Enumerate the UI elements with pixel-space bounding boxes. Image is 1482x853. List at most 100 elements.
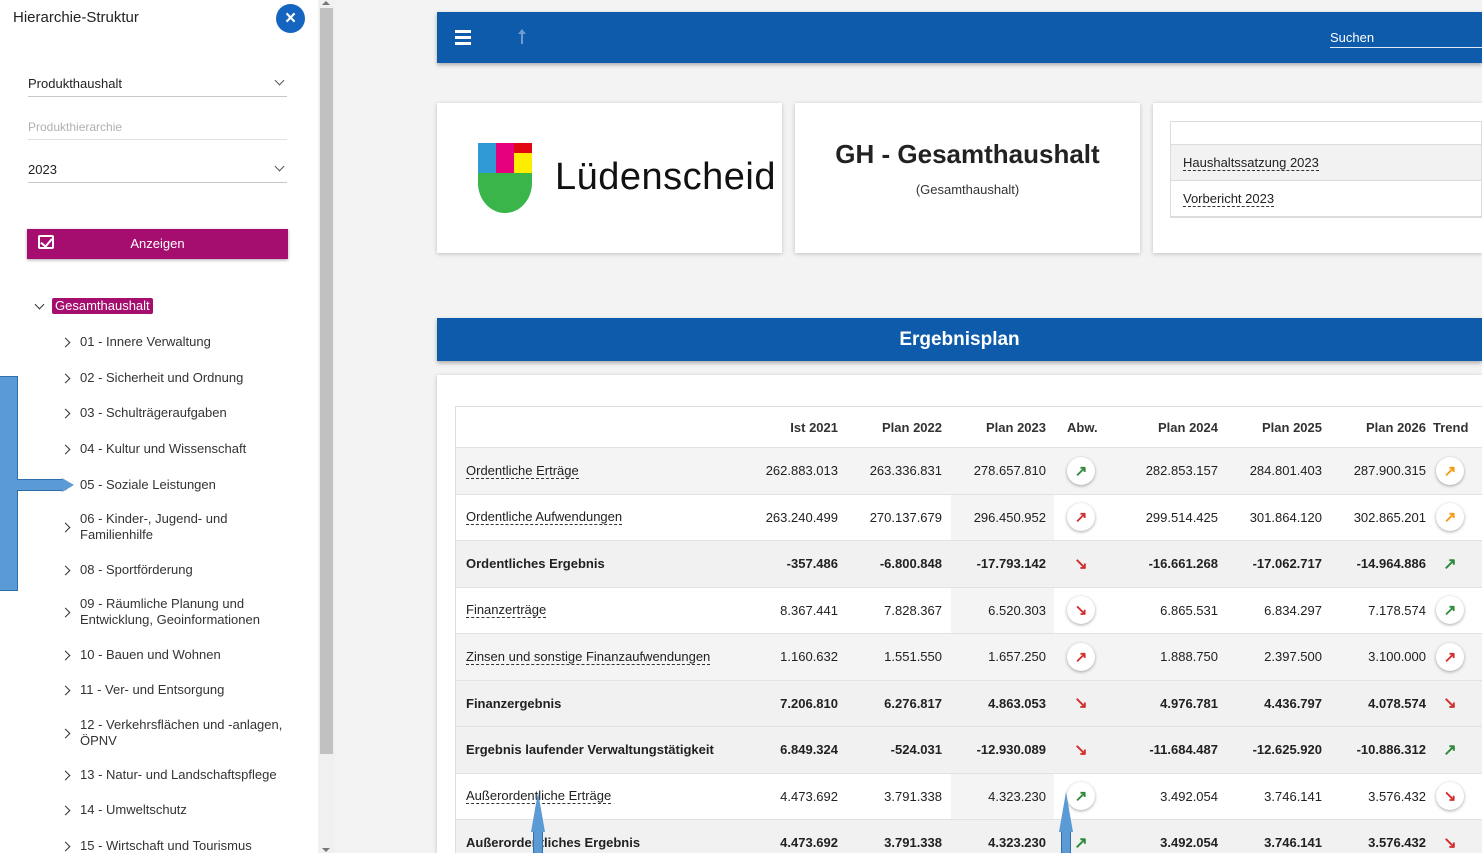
value-cell: 3.100.000 — [1368, 649, 1426, 665]
chevron-right-icon — [60, 607, 71, 617]
results-table-card: Ist 2021 Plan 2022 Plan 2023 Abw. Plan 2… — [437, 375, 1482, 853]
col-header: Plan 2026 — [1366, 419, 1426, 435]
value-cell: -12.930.089 — [976, 742, 1046, 758]
table-row: Zinsen und sonstige Finanzaufwendungen 1.… — [456, 634, 1482, 681]
row-label[interactable]: Ordentliche Aufwendungen — [466, 495, 623, 541]
tree-item-14[interactable]: 14 - Umweltschutz — [60, 802, 302, 818]
tree-item-label: 10 - Bauen und Wohnen — [80, 647, 221, 662]
page-subtitle: (Gesamthaushalt) — [915, 182, 1020, 197]
search-input[interactable]: Suchen — [1330, 28, 1482, 48]
value-cell: 4.473.692 — [780, 835, 838, 851]
chevron-right-icon — [60, 373, 71, 383]
sidebar: Hierarchie-Struktur × Produkthaushalt Pr… — [0, 0, 318, 853]
table-row: Ergebnis laufender Verwaltungstätigkeit 6… — [456, 727, 1482, 774]
menu-icon[interactable] — [455, 30, 471, 45]
city-name-logo: Lüdenscheid — [555, 156, 777, 198]
budget-type-select[interactable]: Produkthaushalt — [28, 73, 287, 97]
tree-item-13[interactable]: 13 - Natur- und Landschaftspflege — [60, 767, 302, 783]
tree-item-label: 04 - Kultur und Wissenschaft — [80, 441, 247, 456]
tree-item-12[interactable]: 12 - Verkehrsflächen und -anlagen, ÖPNV — [60, 717, 302, 749]
value-cell: 6.520.303 — [988, 602, 1046, 618]
trend-up-icon[interactable]: ↗ — [1067, 503, 1095, 532]
trend-cell: ↗ — [1434, 495, 1466, 541]
link-haushaltssatzung[interactable]: Haushaltssatzung 2023 — [1171, 145, 1481, 181]
row-label-text: Finanzergebnis — [466, 695, 562, 711]
chevron-right-icon — [60, 728, 71, 738]
value-cell: 6.865.531 — [1160, 602, 1218, 618]
city-logo-icon — [478, 143, 532, 213]
tree-item-10[interactable]: 10 - Bauen und Wohnen — [60, 647, 302, 663]
abw-cell: ↗ — [1065, 634, 1097, 680]
value-cell: 2.397.500 — [1264, 649, 1322, 665]
year-select[interactable]: 2023 — [28, 159, 287, 183]
chevron-right-icon — [60, 650, 71, 660]
tree-item-01[interactable]: 01 - Innere Verwaltung — [60, 334, 302, 350]
chevron-down-icon — [274, 75, 285, 86]
trend-cell: ↗ — [1434, 727, 1466, 773]
check-square-icon — [38, 235, 54, 249]
value-cell: 6.276.817 — [884, 695, 942, 711]
tree-item-02[interactable]: 02 - Sicherheit und Ordnung — [60, 370, 302, 386]
tree-item-08[interactable]: 08 - Sportförderung — [60, 562, 302, 578]
tree-item-label: 03 - Schulträgeraufgaben — [80, 405, 227, 420]
title-card: GH - Gesamthaushalt (Gesamthaushalt) — [795, 103, 1140, 253]
value-cell: -524.031 — [890, 742, 942, 758]
top-bar: Suchen — [437, 12, 1482, 63]
tree-root-label: Gesamthaushalt — [52, 298, 153, 314]
annotation-arrow-head — [531, 792, 545, 832]
sidebar-title: Hierarchie-Struktur — [13, 9, 139, 26]
links-card: Haushaltssatzung 2023 Vorbericht 2023 — [1153, 103, 1482, 253]
tree-item-03[interactable]: 03 - Schulträgeraufgaben — [60, 405, 302, 421]
chevron-right-icon — [60, 565, 71, 575]
link-vorbericht[interactable]: Vorbericht 2023 — [1171, 181, 1481, 217]
row-label-text: Ordentliche Erträge — [466, 462, 579, 479]
trend-up-icon[interactable]: ↗ — [1436, 503, 1464, 532]
col-header: Ist 2021 — [790, 419, 838, 435]
tree-item-15[interactable]: 15 - Wirtschaft und Tourismus — [60, 838, 302, 853]
trend-down-icon[interactable]: ↘ — [1067, 596, 1095, 625]
row-label[interactable]: Zinsen und sonstige Finanzaufwendungen — [466, 634, 711, 680]
tree-item-06[interactable]: 06 - Kinder-, Jugend- und Familienhilfe — [60, 511, 302, 543]
show-button[interactable]: Anzeigen — [27, 229, 288, 259]
abw-cell: ↘ — [1065, 588, 1097, 634]
sidebar-scrollbar-thumb[interactable] — [320, 8, 333, 754]
row-label-text: Zinsen und sonstige Finanzaufwendungen — [466, 648, 711, 665]
trend-up-icon[interactable]: ↗ — [1067, 456, 1095, 485]
tree-item-11[interactable]: 11 - Ver- und Entsorgung — [60, 682, 302, 698]
page-title: GH - Gesamthaushalt — [835, 139, 1100, 169]
col-header: Plan 2024 — [1158, 419, 1218, 435]
value-cell: -14.964.886 — [1356, 556, 1426, 572]
col-header: Plan 2023 — [986, 419, 1046, 435]
close-sidebar-button[interactable]: × — [276, 4, 305, 33]
row-label[interactable]: Ordentliche Erträge — [466, 448, 579, 494]
value-cell: 3.746.141 — [1264, 835, 1322, 851]
trend-up-icon[interactable]: ↗ — [1436, 596, 1464, 625]
abw-cell: ↗ — [1065, 448, 1097, 494]
trend-up-icon[interactable]: ↗ — [1436, 642, 1464, 671]
table-row: Finanzerträge 8.367.441 7.828.367 6.520.303… — [456, 588, 1482, 634]
arrow-up-icon[interactable] — [517, 29, 527, 45]
table-row: Ordentliche Erträge 262.883.013 263.336.83… — [456, 448, 1482, 495]
annotation-arrow-stem — [533, 830, 543, 853]
tree-item-09[interactable]: 09 - Räumliche Planung und Entwicklung, … — [60, 596, 302, 628]
row-label[interactable]: Finanzerträge — [466, 588, 547, 634]
chevron-right-icon — [60, 841, 71, 851]
trend-up-icon[interactable]: ↗ — [1436, 456, 1464, 485]
table-row: Ordentliches Ergebnis -357.486 -6.800.848 -… — [456, 541, 1482, 588]
value-cell: 7.206.810 — [780, 695, 838, 711]
product-hierarchy-input[interactable]: Produkthierarchie — [28, 116, 287, 140]
trend-up-icon[interactable]: ↗ — [1067, 642, 1095, 671]
tree-root-gesamthaushalt[interactable]: Gesamthaushalt — [34, 298, 153, 314]
trend-cell: ↗ — [1434, 634, 1466, 680]
value-cell: 6.834.297 — [1264, 602, 1322, 618]
tree-item-label: 01 - Innere Verwaltung — [80, 334, 211, 349]
trend-down-icon[interactable]: ↘ — [1436, 782, 1464, 811]
tree-item-05[interactable]: 05 - Soziale Leistungen — [60, 477, 302, 493]
scroll-down-icon[interactable] — [322, 848, 330, 852]
value-cell: 301.864.120 — [1249, 509, 1322, 525]
value-cell: 4.976.781 — [1160, 695, 1218, 711]
scroll-up-icon[interactable] — [322, 1, 330, 5]
tree-item-04[interactable]: 04 - Kultur und Wissenschaft — [60, 441, 302, 457]
row-label-text: Finanzerträge — [466, 602, 547, 619]
value-cell: 1.160.632 — [780, 649, 838, 665]
